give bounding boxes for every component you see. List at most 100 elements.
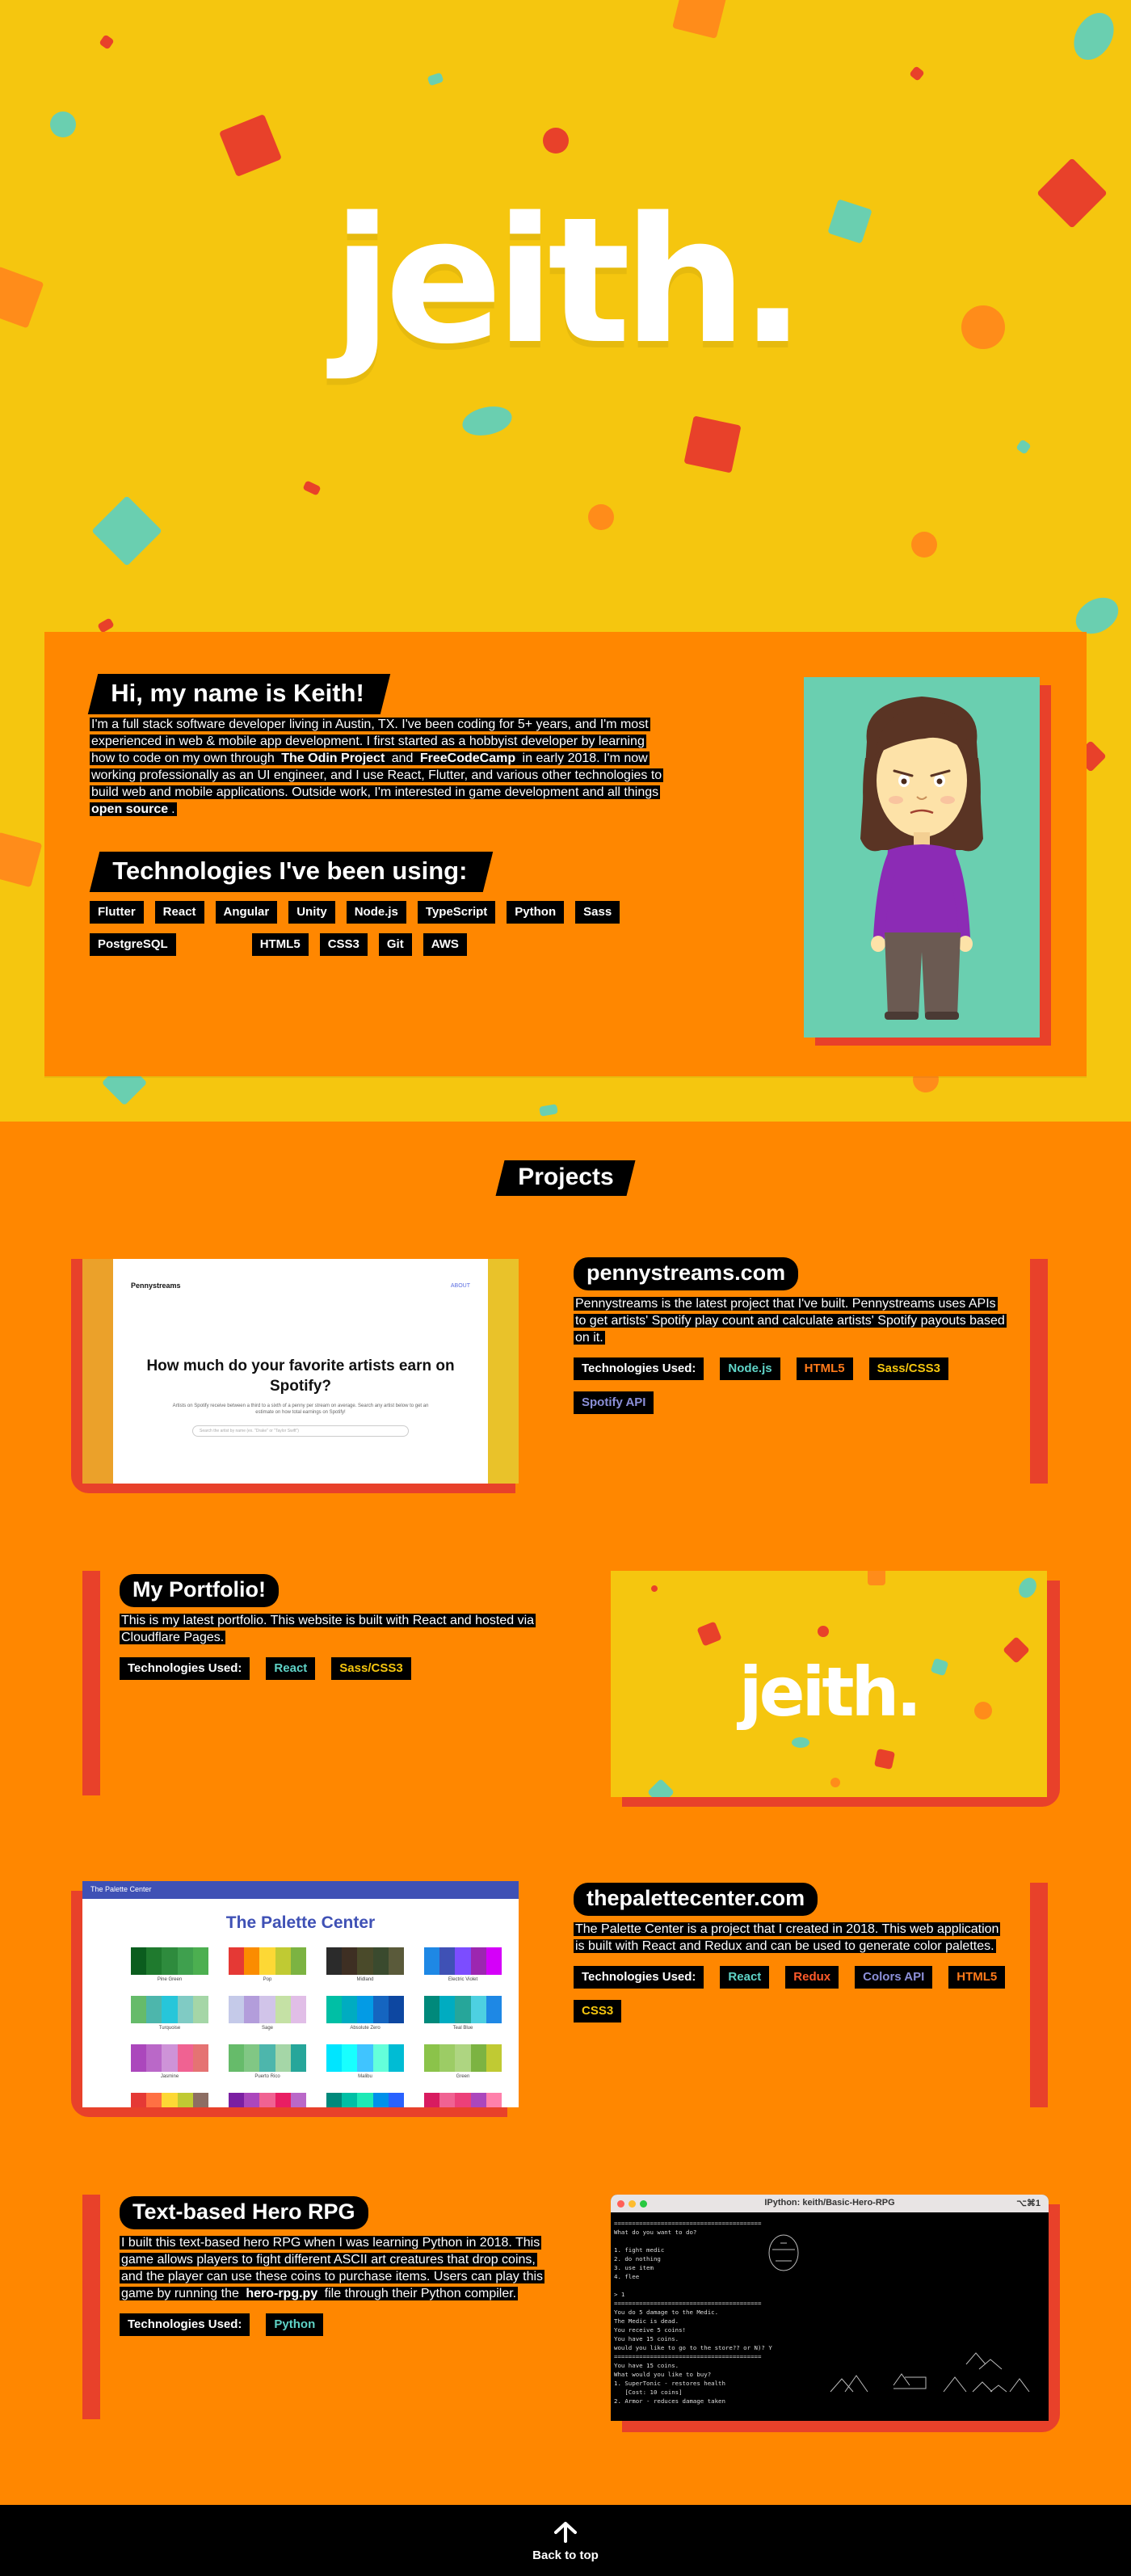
project-tech-list: Technologies Used: React Sass/CSS3 [120, 1657, 556, 1680]
tech-used-label: Technologies Used: [574, 1966, 704, 1989]
tech-chip: CSS3 [319, 933, 368, 956]
color-swatch [259, 2093, 275, 2107]
palette-name: Jasmine [160, 2074, 179, 2079]
color-swatch [290, 1947, 307, 1975]
tech-chip: HTML5 [948, 1966, 1006, 1989]
color-swatch [388, 1996, 405, 2023]
color-swatch [146, 2044, 162, 2072]
tech-chip: Sass [575, 901, 620, 924]
project-title[interactable]: My Portfolio! [120, 1574, 279, 1607]
color-swatch [192, 2093, 209, 2107]
confetti-square [647, 1778, 675, 1797]
hero-rpg-screenshot[interactable]: IPython: keith/Basic-Hero-RPG ⌥⌘1 ======… [611, 2195, 1060, 2432]
palette-card: Electric Violet [424, 1947, 502, 1996]
open-source-link[interactable]: open source [90, 802, 170, 816]
palette-swatches [424, 2044, 502, 2072]
color-swatch [486, 2044, 502, 2072]
tech-used-label: Technologies Used: [574, 1357, 704, 1380]
confetti-circle [911, 532, 937, 558]
back-to-top-link[interactable]: Back to top [0, 2549, 1131, 2562]
color-swatch [275, 1947, 291, 1975]
color-swatch [372, 2093, 389, 2107]
confetti-square [0, 831, 43, 888]
palette-name: Electric Violet [448, 1977, 478, 1982]
color-swatch [275, 2044, 291, 2072]
color-swatch [470, 1996, 486, 2023]
color-swatch [162, 1996, 178, 2023]
tech-chip: React [266, 1657, 316, 1680]
project-description: This is my latest portfolio. This websit… [120, 1614, 536, 1644]
color-swatch [131, 2093, 147, 2107]
avatar-image [804, 677, 1040, 1038]
confetti-square [909, 65, 925, 82]
palette-name: Pine Green [157, 1977, 183, 1982]
color-swatch [439, 2044, 456, 2072]
palette-card: Sage [229, 1996, 307, 2044]
tech-chip: TypeScript [417, 901, 496, 924]
palette-card: Absolute Zero [326, 1996, 405, 2044]
palette-swatches [131, 1947, 209, 1975]
tech-chip: Spotify API [574, 1391, 654, 1414]
confetti-square [427, 72, 444, 86]
color-swatch [229, 2093, 245, 2107]
tech-chip: Sass/CSS3 [331, 1657, 411, 1680]
hero-section: jeith. Hi, my name is Keith! I'm a full … [0, 0, 1131, 1122]
color-swatch [342, 2093, 358, 2107]
technology-list: Flutter React Angular Unity Node.js Type… [90, 901, 671, 956]
palette-card: Midland [326, 1947, 405, 1996]
odin-project-link[interactable]: The Odin Project [280, 751, 387, 765]
color-swatch [177, 1947, 193, 1975]
freecodecamp-link[interactable]: FreeCodeCamp [418, 751, 518, 765]
palette-name: Teal Blue [452, 2026, 473, 2031]
pennystreams-logo: Pennystreams [131, 1282, 181, 1290]
confetti-circle [830, 1778, 840, 1787]
color-swatch [326, 2093, 343, 2107]
tech-chip: Sass/CSS3 [868, 1357, 948, 1380]
palette-card: Teal Blue [424, 1996, 502, 2044]
tech-chip: Python [507, 901, 565, 924]
color-swatch [177, 2044, 193, 2072]
color-swatch [177, 2093, 193, 2107]
color-swatch [357, 1996, 373, 2023]
arrow-up-icon[interactable] [552, 2521, 579, 2544]
palette-card: Puerto Rico [229, 2044, 307, 2093]
color-swatch [259, 1996, 275, 2023]
color-swatch [455, 2093, 471, 2107]
avatar-illustration [860, 697, 983, 1020]
confetti-square [99, 34, 115, 50]
confetti-circle [543, 128, 569, 154]
color-swatch [388, 1947, 405, 1975]
color-swatch [290, 2093, 307, 2107]
confetti-square [539, 1104, 558, 1117]
tech-chip: Python [266, 2313, 324, 2336]
palette-swatches [326, 1947, 405, 1975]
color-swatch [290, 1996, 307, 2023]
confetti-oval [1066, 6, 1122, 67]
color-swatch [424, 1947, 440, 1975]
palette-name: Puerto Rico [254, 2074, 280, 2079]
confetti-square [1015, 439, 1032, 455]
project-accent-bar [1030, 1883, 1048, 2107]
color-swatch [357, 2093, 373, 2107]
palette-card [229, 2093, 307, 2107]
palette-center-header: The Palette Center [82, 1881, 519, 1899]
color-swatch [424, 2093, 440, 2107]
project-accent-bar [82, 2195, 100, 2419]
color-swatch [439, 2093, 456, 2107]
tech-chip: Node.js [346, 901, 406, 924]
projects-heading-wrap: Projects [0, 1160, 1131, 1196]
color-swatch [357, 2044, 373, 2072]
project-title[interactable]: Text-based Hero RPG [120, 2196, 368, 2229]
tech-used-label: Technologies Used: [120, 1657, 250, 1680]
color-swatch [229, 1947, 245, 1975]
project-title[interactable]: thepalettecenter.com [574, 1883, 818, 1916]
palette-center-screenshot[interactable]: The Palette Center The Palette Center Pi… [71, 1881, 519, 2117]
pennystreams-screenshot[interactable]: Pennystreams ABOUT How much do your favo… [71, 1259, 523, 1493]
confetti-circle [588, 504, 614, 530]
portfolio-screenshot[interactable]: jeith. [611, 1571, 1060, 1807]
project-title[interactable]: pennystreams.com [574, 1257, 799, 1290]
palette-card: Pop [229, 1947, 307, 1996]
terminal-window: IPython: keith/Basic-Hero-RPG ⌥⌘1 ======… [611, 2195, 1049, 2421]
tech-chip: Colors API [855, 1966, 933, 1989]
palette-name: Malibu [358, 2074, 372, 2079]
